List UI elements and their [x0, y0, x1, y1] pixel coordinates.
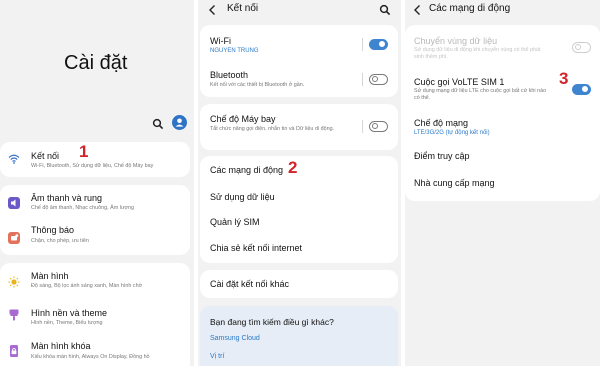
- settings-item-sound[interactable]: Âm thanh và rung Chế độ âm thanh, Nhạc c…: [0, 185, 190, 220]
- mobile-networks-card: Chuyển vùng dữ liệu Sử dụng dữ liệu di đ…: [405, 25, 600, 201]
- settings-item-connections[interactable]: Kết nối Wi-Fi, Bluetooth, Sử dụng dữ liệ…: [0, 142, 190, 177]
- bluetooth-row[interactable]: Bluetooth Kết nối với các thiết bị Bluet…: [200, 61, 398, 97]
- wifi-icon: [8, 152, 20, 164]
- airplane-sub: Tắt chức năng gọi điện, nhắn tin và Dữ l…: [210, 126, 335, 132]
- mobile-networks-panel: Các mạng di động Chuyển vùng dữ liệu Sử …: [405, 0, 600, 366]
- hotspot-label: Chia sẻ kết nối internet: [210, 243, 303, 253]
- roaming-toggle[interactable]: [572, 42, 591, 53]
- roaming-row[interactable]: Chuyển vùng dữ liệu Sử dụng dữ liệu di đ…: [405, 25, 600, 69]
- network-operators-label: Nhà cung cấp mạng: [414, 178, 495, 188]
- airplane-row[interactable]: Chế độ Máy bay Tắt chức năng gọi điện, n…: [200, 104, 398, 150]
- sound-notification-card: Âm thanh và rung Chế độ âm thanh, Nhạc c…: [0, 185, 190, 255]
- bluetooth-label: Bluetooth: [210, 70, 249, 80]
- page-title: Kết nối: [227, 3, 259, 14]
- suggestion-title: Bạn đang tìm kiếm điều gì khác?: [210, 317, 334, 327]
- settings-item-sub: Độ sáng, Bộ lọc ánh sáng xanh, Màn hình …: [31, 283, 143, 289]
- settings-item-sub: Wi-Fi, Bluetooth, Sử dụng dữ liệu, Chế đ…: [31, 163, 154, 169]
- notification-icon: [8, 231, 20, 244]
- settings-item-sub: Hình nền, Theme, Biểu tượng: [31, 320, 103, 326]
- mobile-networks-label: Các mạng di động: [210, 165, 284, 175]
- settings-item-sub: Kiểu khóa màn hình, Always On Display, Đ…: [31, 354, 150, 360]
- connections-card: Kết nối Wi-Fi, Bluetooth, Sử dụng dữ liệ…: [0, 142, 190, 177]
- data-usage-row[interactable]: Sử dụng dữ liệu: [200, 183, 398, 209]
- settings-item-sub: Chặn, cho phép, ưu tiên: [31, 238, 89, 244]
- mobile-networks-row[interactable]: Các mạng di động 2: [200, 156, 398, 183]
- search-icon[interactable]: [152, 117, 164, 130]
- account-icon[interactable]: [172, 115, 187, 130]
- back-arrow-icon[interactable]: [412, 3, 424, 15]
- network-list-card: Các mạng di động 2 Sử dụng dữ liệu Quản …: [200, 156, 398, 263]
- suggestion-link-location[interactable]: Vị trí: [210, 353, 224, 360]
- volte-row[interactable]: Cuộc gọi VoLTE SIM 1 Sử dụng mạng dữ liệ…: [405, 69, 600, 109]
- wifi-bluetooth-card: Wi-Fi NGUYEN TRUNG Bluetooth Kết nối với…: [200, 25, 398, 97]
- sim-manager-row[interactable]: Quản lý SIM: [200, 209, 398, 235]
- page-title: Các mạng di động: [429, 3, 511, 14]
- page-title: Cài đặt: [64, 52, 128, 74]
- apn-label: Điểm truy cập: [414, 151, 470, 161]
- settings-item-label: Âm thanh và rung: [31, 193, 103, 203]
- wifi-label: Wi-Fi: [210, 36, 231, 46]
- settings-item-label: Hình nền và theme: [31, 308, 108, 318]
- display-card: Màn hình Độ sáng, Bộ lọc ánh sáng xanh, …: [0, 263, 190, 366]
- divider: [362, 120, 363, 133]
- divider: [362, 73, 363, 86]
- lock-screen-icon: [8, 344, 20, 357]
- settings-item-label: Kết nối: [31, 151, 60, 161]
- settings-item-display[interactable]: Màn hình Độ sáng, Bộ lọc ánh sáng xanh, …: [0, 263, 190, 294]
- settings-home-panel: Cài đặt Kết nối Wi-Fi, Bluetooth, Sử dụn…: [0, 0, 194, 366]
- roaming-label: Chuyển vùng dữ liệu: [414, 36, 498, 46]
- brush-icon: [8, 308, 20, 321]
- settings-item-label: Màn hình: [31, 271, 69, 281]
- more-settings-label: Cài đặt kết nối khác: [210, 279, 290, 289]
- wifi-toggle[interactable]: [369, 39, 388, 50]
- search-icon[interactable]: [379, 3, 391, 16]
- more-settings-card: Cài đặt kết nối khác: [200, 270, 398, 298]
- settings-item-label: Thông báo: [31, 225, 75, 235]
- suggestion-link-samsung-cloud[interactable]: Samsung Cloud: [210, 335, 260, 342]
- roaming-sub: Sử dụng dữ liệu di động khi chuyển vùng …: [414, 47, 541, 60]
- suggestion-card: Bạn đang tìm kiếm điều gì khác? Samsung …: [200, 306, 398, 366]
- settings-item-wallpaper[interactable]: Hình nền và theme Hình nền, Theme, Biểu …: [0, 294, 190, 328]
- step-marker-2: 2: [288, 158, 298, 177]
- airplane-label: Chế độ Máy bay: [210, 114, 276, 124]
- brightness-icon: [8, 275, 20, 288]
- sound-icon: [8, 196, 20, 209]
- settings-item-lock-screen[interactable]: Màn hình khóa Kiểu khóa màn hình, Always…: [0, 329, 190, 366]
- bluetooth-sub: Kết nối với các thiết bị Bluetooth ở gần…: [210, 82, 305, 88]
- settings-item-notifications[interactable]: Thông báo Chặn, cho phép, ưu tiên: [0, 220, 190, 255]
- hotspot-row[interactable]: Chia sẻ kết nối internet: [200, 235, 398, 263]
- divider: [362, 38, 363, 51]
- back-arrow-icon[interactable]: [207, 3, 219, 15]
- settings-item-sub: Chế độ âm thanh, Nhạc chuông, Âm lượng: [31, 205, 135, 211]
- connections-panel: Kết nối Wi-Fi NGUYEN TRUNG Bluetooth Kết…: [198, 0, 401, 366]
- apn-row[interactable]: Điểm truy cập: [405, 145, 600, 171]
- settings-item-label: Màn hình khóa: [31, 341, 91, 351]
- network-mode-value: LTE/3G/2G (tự động kết nối): [414, 130, 490, 136]
- volte-sub: Sử dụng mạng dữ liệu LTE cho cuộc gọi bấ…: [414, 88, 547, 101]
- sim-manager-label: Quản lý SIM: [210, 217, 260, 227]
- step-marker-1: 1: [79, 142, 89, 161]
- volte-label: Cuộc gọi VoLTE SIM 1: [414, 77, 505, 87]
- network-mode-label: Chế độ mạng: [414, 118, 469, 128]
- network-operators-row[interactable]: Nhà cung cấp mạng: [405, 171, 600, 199]
- more-settings-row[interactable]: Cài đặt kết nối khác: [200, 270, 398, 298]
- airplane-toggle[interactable]: [369, 121, 388, 132]
- airplane-card: Chế độ Máy bay Tắt chức năng gọi điện, n…: [200, 104, 398, 150]
- data-usage-label: Sử dụng dữ liệu: [210, 192, 275, 202]
- wifi-row[interactable]: Wi-Fi NGUYEN TRUNG: [200, 25, 398, 61]
- wifi-network-name: NGUYEN TRUNG: [210, 48, 259, 54]
- network-mode-row[interactable]: Chế độ mạng LTE/3G/2G (tự động kết nối): [405, 109, 600, 145]
- volte-toggle[interactable]: [572, 84, 591, 95]
- bluetooth-toggle[interactable]: [369, 74, 388, 85]
- step-marker-3: 3: [559, 69, 569, 88]
